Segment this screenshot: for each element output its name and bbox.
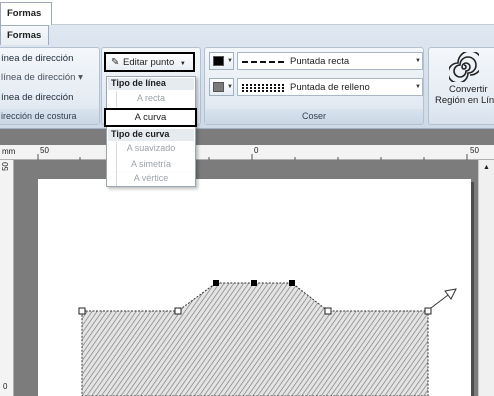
running-stitch-label: Puntada recta xyxy=(290,56,350,67)
scroll-up-icon[interactable]: ▲ xyxy=(483,164,490,171)
convert-label-line1: Convertir xyxy=(449,84,488,95)
chevron-down-icon: ▼ xyxy=(415,58,421,64)
menu-item-vertex[interactable]: A vértice xyxy=(106,173,196,187)
convert-region-button[interactable]: Convertir Región en Lín xyxy=(429,48,494,110)
fill-stitch-select[interactable]: Puntada de relleno ▼ xyxy=(237,78,423,96)
direction-line-item-3[interactable]: ínea de dirección xyxy=(1,92,73,103)
pencil-icon: ✎ xyxy=(111,57,120,68)
design-page xyxy=(38,179,471,396)
convert-label-line2: Región en Lín xyxy=(435,95,494,106)
fill-color-button[interactable]: ▼ xyxy=(209,78,234,96)
convert-group: Convertir Región en Lín xyxy=(428,47,494,125)
menu-item-curve[interactable]: A curva xyxy=(104,108,197,127)
coser-group: ▼ Puntada recta ▼ ▼ Puntada de relleno ▼… xyxy=(204,47,424,125)
vertical-scrollbar[interactable]: ▲ xyxy=(478,160,494,396)
sewing-direction-group-label: irección de costura xyxy=(0,109,99,124)
fill-color-swatch xyxy=(213,82,224,92)
vertical-ruler: 50 0 xyxy=(0,160,14,396)
menu-item-smooth[interactable]: A suavizado xyxy=(107,143,195,157)
direction-arrow-icon[interactable] xyxy=(430,288,457,309)
running-color-swatch xyxy=(213,56,224,66)
menu-item-symmetry[interactable]: A simetría xyxy=(107,159,195,173)
fill-stitch-row: ▼ Puntada de relleno ▼ xyxy=(209,78,423,96)
menu-item-vertex-label: A vértice xyxy=(133,173,169,183)
app-tab-formas[interactable]: Formas xyxy=(0,2,52,25)
edit-point-dropdown-menu: Tipo de línea A recta A curva Tipo de cu… xyxy=(104,76,197,174)
running-stitch-icon xyxy=(242,61,286,63)
line-type-header: Tipo de línea xyxy=(108,78,194,90)
design-workspace: mm 50 0 50 50 0 ▲ xyxy=(0,129,494,396)
ruler-ticks xyxy=(37,154,468,160)
chevron-down-icon: ▼ xyxy=(227,84,233,90)
title-bar: Formas xyxy=(0,0,494,25)
sewing-direction-group: ínea de dirección línea de dirección ▾ í… xyxy=(0,47,100,125)
direction-line-item-1[interactable]: ínea de dirección xyxy=(1,53,73,64)
direction-line-item-2[interactable]: línea de dirección ▾ xyxy=(1,72,83,83)
edit-point-button[interactable]: ✎ Editar punto ▼ xyxy=(104,52,195,72)
chevron-down-icon: ▼ xyxy=(415,84,421,90)
ribbon: Formas ínea de dirección línea de direcc… xyxy=(0,25,494,129)
chevron-down-icon: ▼ xyxy=(227,58,233,64)
edit-point-label: Editar punto xyxy=(123,57,175,68)
ruler-tick-label: 50 xyxy=(1,162,10,171)
chevron-down-icon: ▼ xyxy=(179,61,186,67)
curve-type-header: Tipo de curva xyxy=(108,129,194,141)
menu-item-straight[interactable]: A recta xyxy=(107,93,195,107)
fill-stitch-icon xyxy=(242,84,286,92)
fill-stitch-label: Puntada de relleno xyxy=(290,82,370,93)
fill-shape xyxy=(78,280,457,396)
horizontal-ruler: mm 50 0 50 xyxy=(0,145,494,160)
running-stitch-row: ▼ Puntada recta ▼ xyxy=(209,52,423,70)
spiral-icon xyxy=(449,52,479,82)
running-color-button[interactable]: ▼ xyxy=(209,52,234,70)
ruler-tick-label: 0 xyxy=(3,382,8,391)
app-window: Formas Formas ínea de dirección línea de… xyxy=(0,0,494,396)
coser-group-label: Coser xyxy=(205,109,423,124)
running-stitch-select[interactable]: Puntada recta ▼ xyxy=(237,52,423,70)
ribbon-tab-formas[interactable]: Formas xyxy=(0,25,49,45)
